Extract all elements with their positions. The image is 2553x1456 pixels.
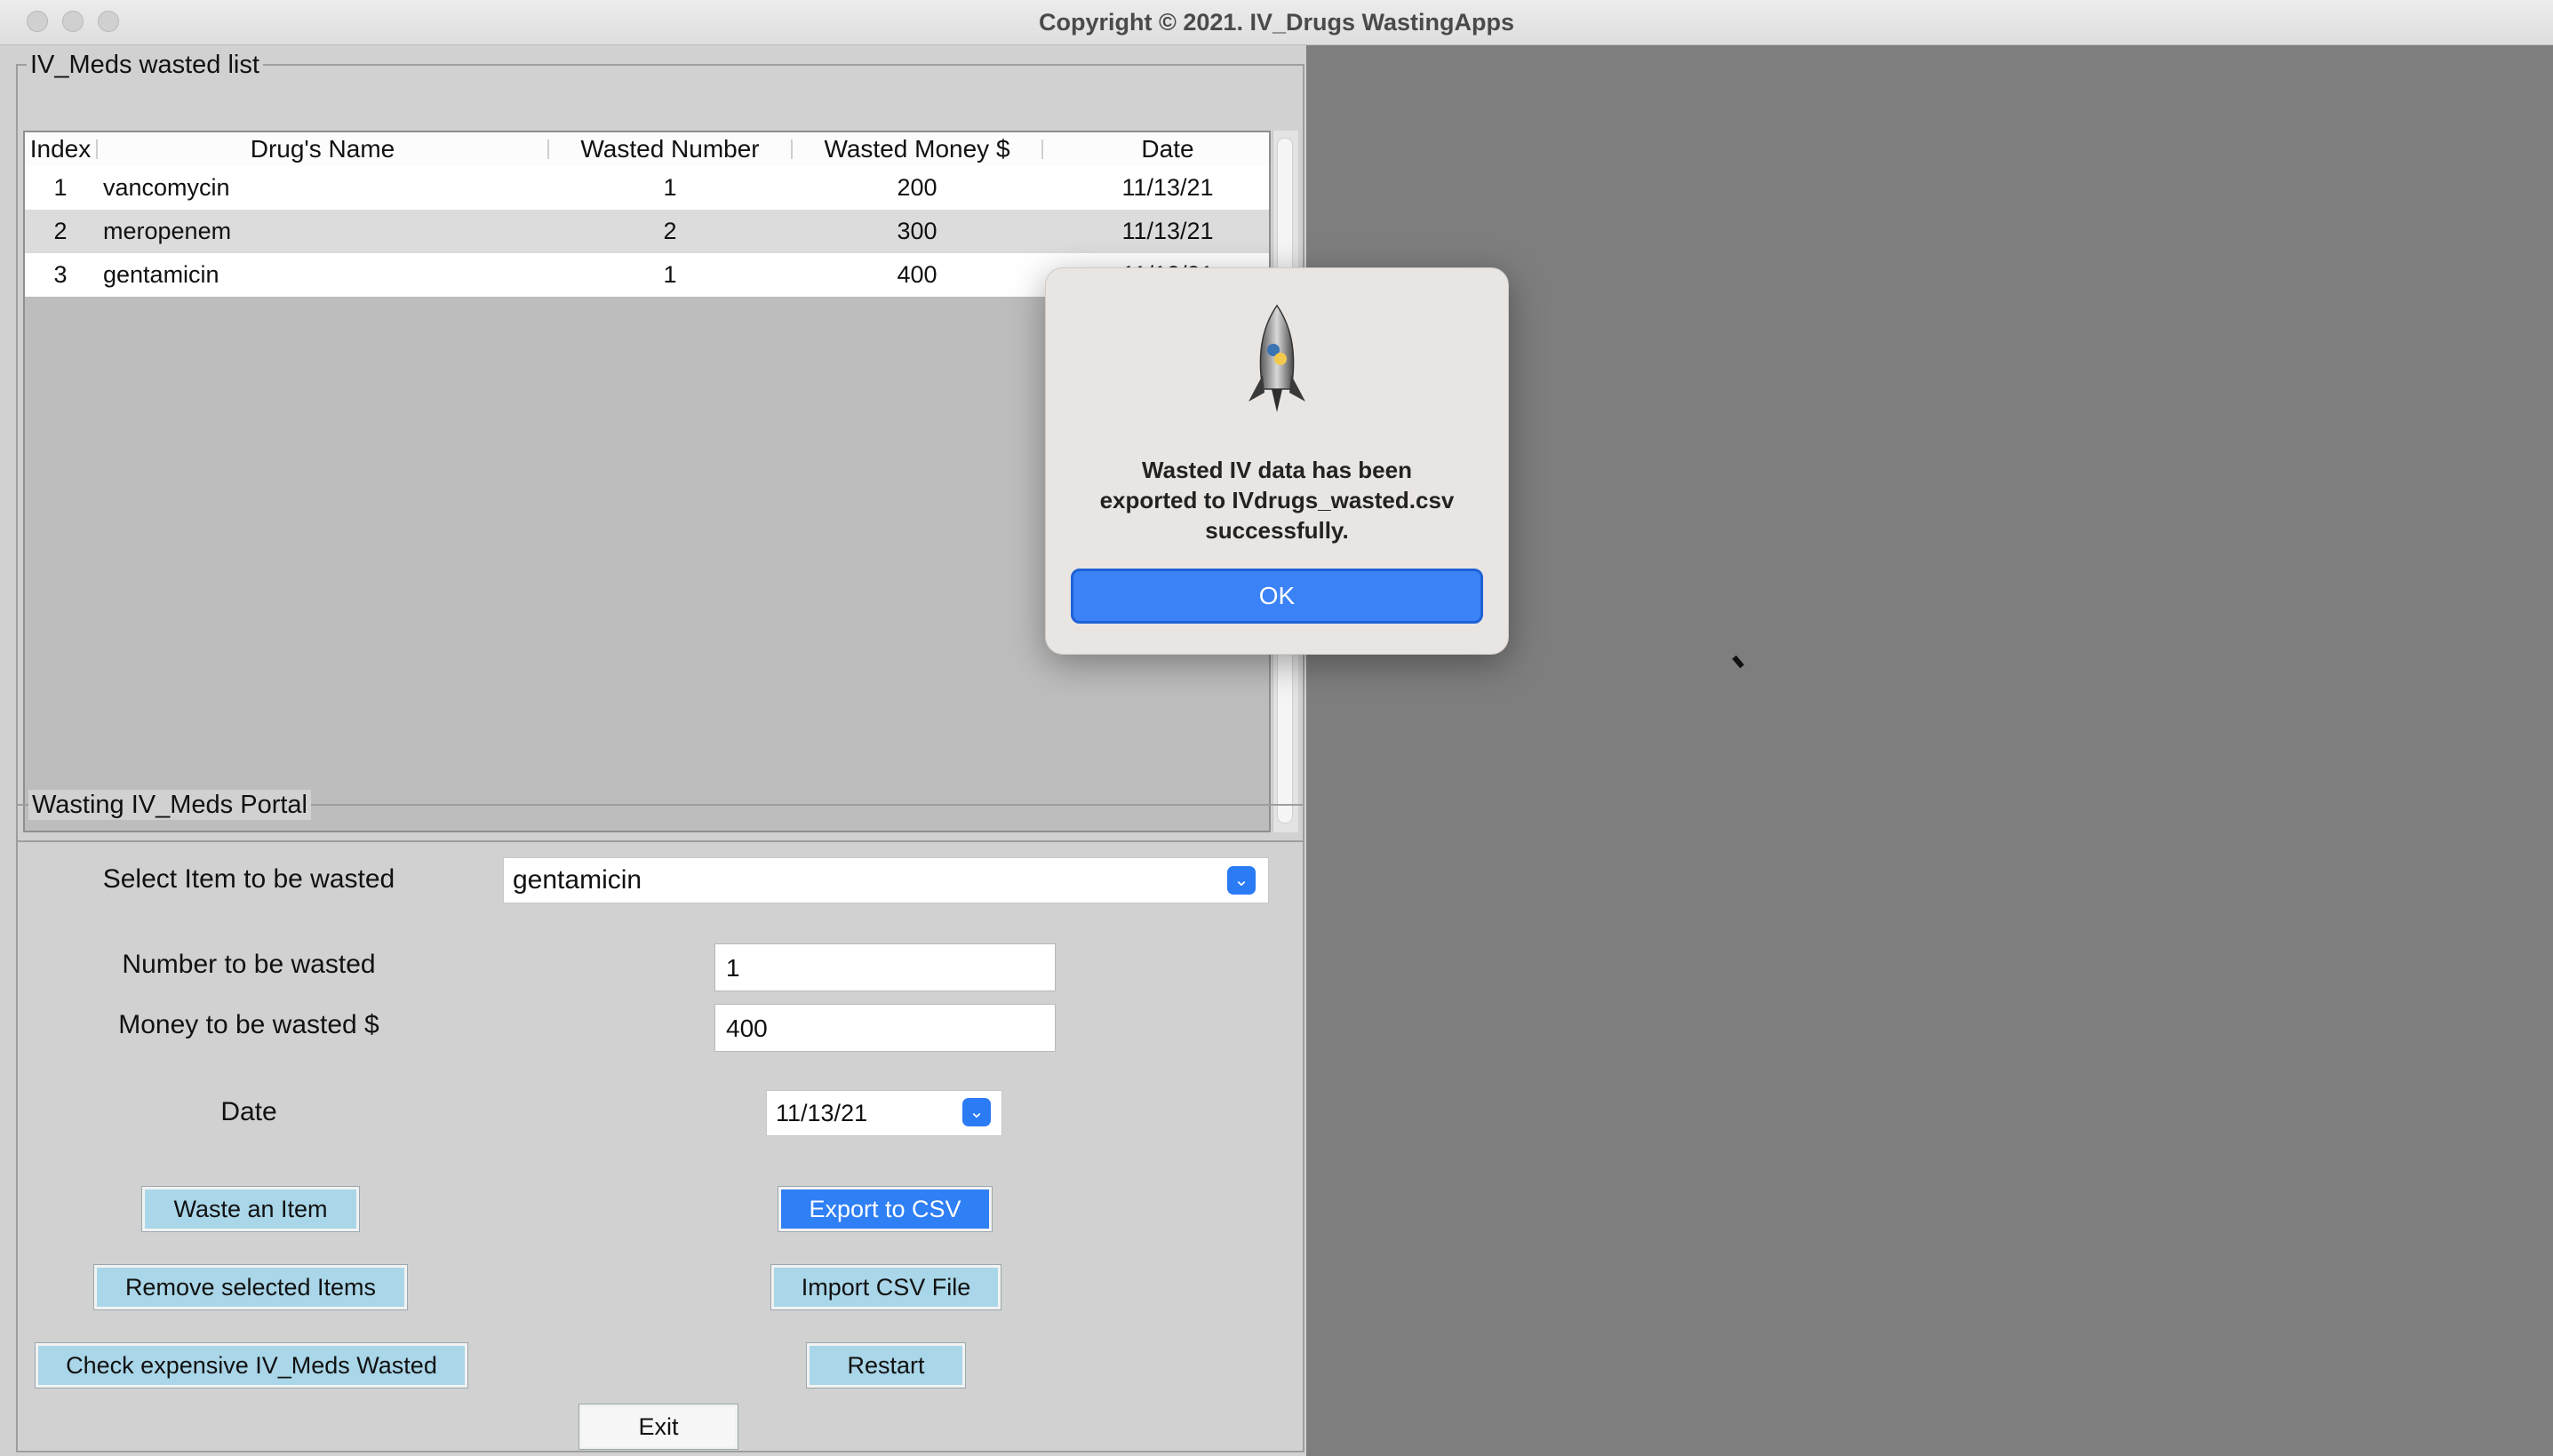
select-item-label: Select Item to be wasted [102, 864, 395, 894]
column-header-index[interactable]: Index [25, 132, 96, 166]
cell-wasted-number: 2 [663, 218, 677, 244]
portal-label: Wasting IV_Meds Portal [28, 790, 311, 820]
cell-date: 11/13/21 [1121, 174, 1214, 201]
cell-index: 1 [53, 174, 68, 201]
cell-index: 2 [53, 218, 68, 244]
dialog-message-line: exported to IVdrugs_wasted.csv [1099, 487, 1455, 513]
ok-button[interactable]: OK [1071, 569, 1483, 624]
cell-wasted-money: 200 [897, 174, 937, 201]
table-header: Index Drug's Name Wasted Number Wasted M… [25, 132, 1269, 167]
money-wasted-input[interactable]: 400 [714, 1004, 1056, 1052]
dialog-message-line: Wasted IV data has been [1142, 457, 1412, 483]
date-value: 11/13/21 [776, 1100, 868, 1126]
cell-wasted-money: 300 [897, 218, 937, 244]
cell-date: 11/13/21 [1121, 218, 1214, 244]
title-bar: Copyright © 2021. IV_Drugs WastingApps [0, 0, 2553, 45]
cell-wasted-number: 1 [663, 261, 677, 288]
wasted-list-label: IV_Meds wasted list [27, 50, 263, 80]
waste-item-button[interactable]: Waste an Item [141, 1186, 360, 1232]
select-item-value: gentamicin [513, 865, 642, 895]
dialog-message-line: successfully. [1205, 517, 1349, 544]
python-rocket-icon [1241, 304, 1312, 415]
cell-drug-name: vancomycin [103, 174, 230, 201]
mouse-cursor [1732, 655, 1744, 669]
chevron-down-icon[interactable]: ⌄ [1227, 866, 1256, 895]
date-label: Date [220, 1097, 277, 1126]
select-item-dropdown[interactable]: gentamicin ⌄ [503, 857, 1269, 903]
cell-drug-name: meropenem [103, 218, 232, 244]
restart-button[interactable]: Restart [806, 1342, 966, 1388]
dialog-message: Wasted IV data has been exported to IVdr… [1064, 455, 1490, 545]
cell-wasted-number: 1 [663, 174, 677, 201]
column-header-wasted-number[interactable]: Wasted Number [549, 132, 791, 166]
cell-index: 3 [53, 261, 68, 288]
table-row[interactable]: 2 meropenem 2 300 11/13/21 [25, 210, 1269, 253]
export-success-dialog: Wasted IV data has been exported to IVdr… [1045, 267, 1509, 655]
number-wasted-input[interactable]: 1 [714, 943, 1056, 991]
chevron-down-icon[interactable]: ⌄ [962, 1098, 991, 1126]
exit-button[interactable]: Exit [578, 1404, 738, 1450]
export-csv-button[interactable]: Export to CSV [778, 1186, 993, 1232]
app-main-panel: IV_Meds wasted list Index Drug's Name Wa… [0, 45, 1306, 1456]
import-csv-button[interactable]: Import CSV File [770, 1264, 1001, 1310]
window-title: Copyright © 2021. IV_Drugs WastingApps [1039, 9, 1514, 36]
cell-drug-name: gentamicin [103, 261, 219, 288]
column-header-date[interactable]: Date [1043, 132, 1292, 166]
cell-wasted-money: 400 [897, 261, 937, 288]
table-row[interactable]: 1 vancomycin 1 200 11/13/21 [25, 166, 1269, 210]
money-wasted-label: Money to be wasted $ [118, 1010, 379, 1039]
remove-selected-button[interactable]: Remove selected Items [93, 1264, 408, 1310]
date-picker[interactable]: 11/13/21 ⌄ [766, 1090, 1002, 1136]
column-header-drug-name[interactable]: Drug's Name [98, 132, 547, 166]
check-expensive-button[interactable]: Check expensive IV_Meds Wasted [35, 1342, 468, 1388]
column-header-wasted-money[interactable]: Wasted Money $ [793, 132, 1041, 166]
number-wasted-label: Number to be wasted [122, 950, 376, 979]
